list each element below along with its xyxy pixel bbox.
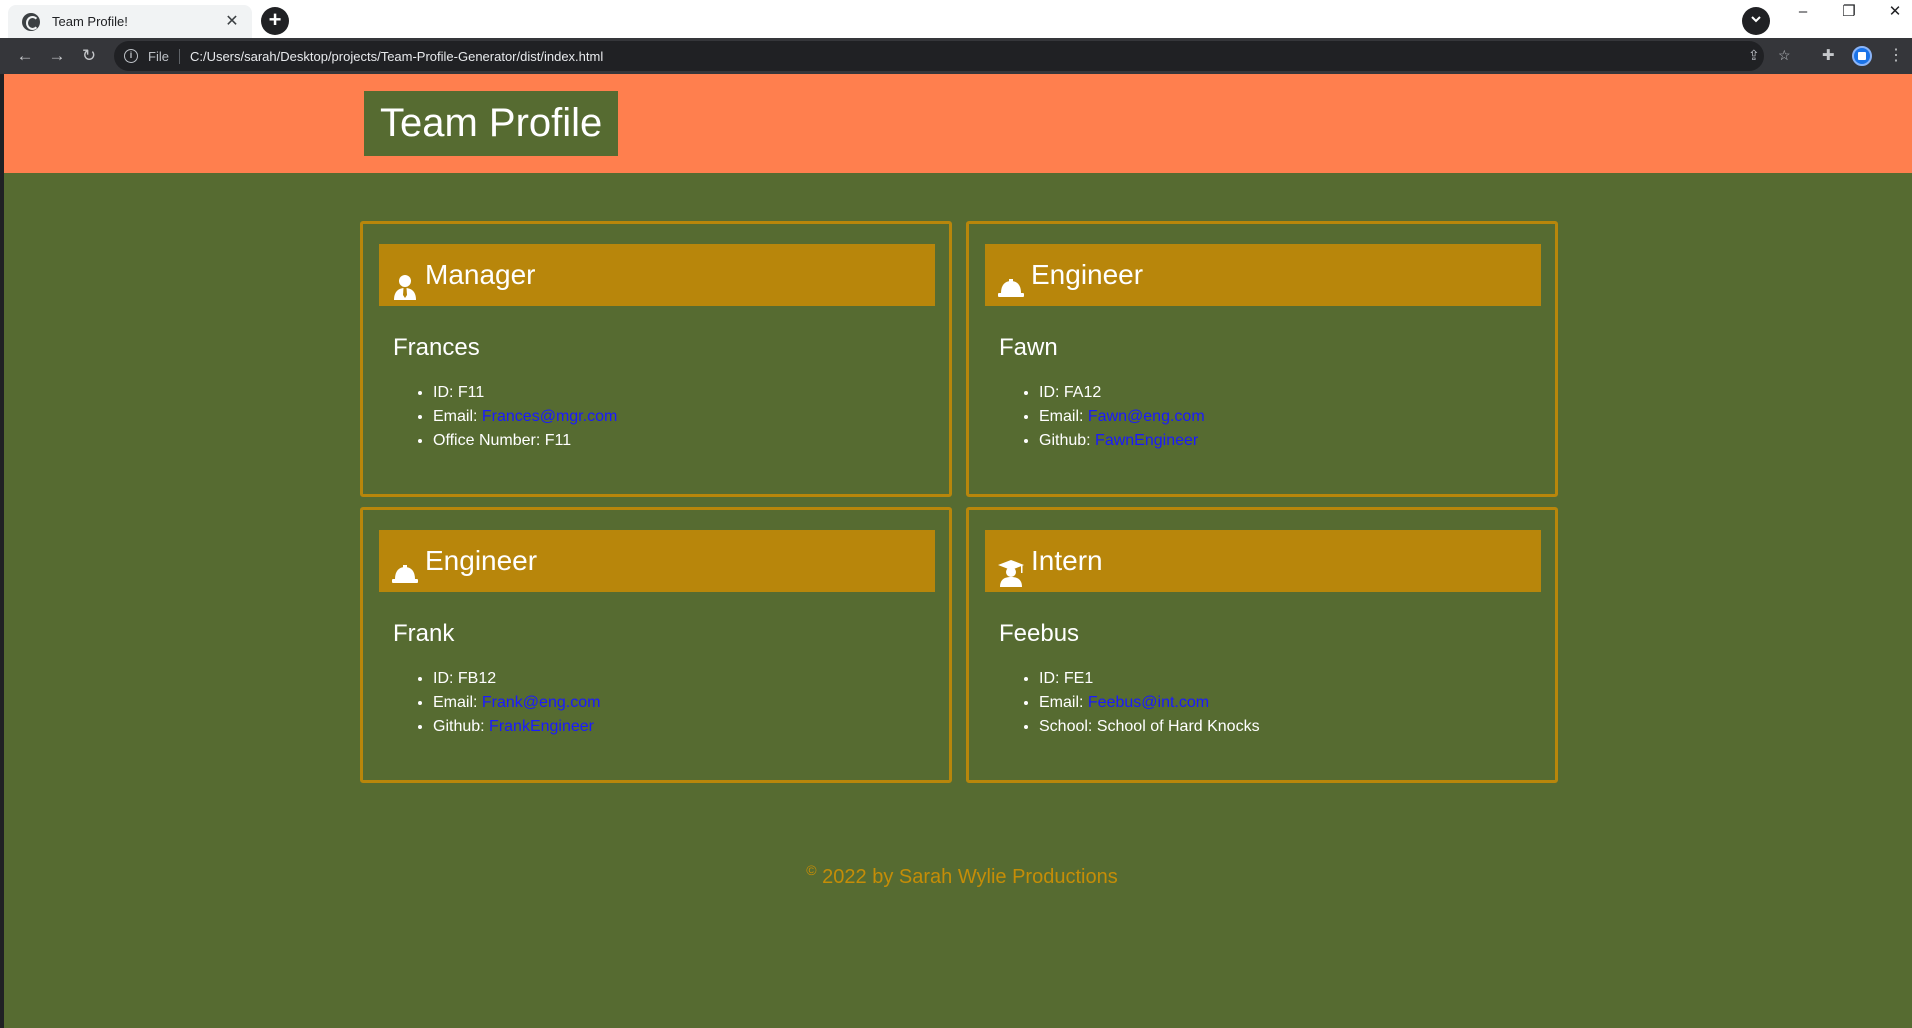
page-footer: © 2022 by Sarah Wylie Productions [0,862,1912,889]
office-number: F11 [544,432,572,449]
forward-icon[interactable]: → [44,43,70,69]
kebab-menu-icon[interactable]: ⋮ [1888,45,1904,65]
email-link[interactable]: Fawn@eng.com [1088,408,1205,425]
school-item: School: School of Hard Knocks [1039,715,1260,739]
github-link[interactable]: FawnEngineer [1095,432,1198,449]
id-item: ID: FB12 [433,667,600,691]
email-link[interactable]: Feebus@int.com [1088,694,1209,711]
bookmark-star-icon[interactable]: ☆ [1778,47,1791,64]
card-header: Intern [985,530,1541,592]
extensions-puzzle-icon[interactable]: ✚ [1822,46,1835,64]
globe-icon [22,12,40,31]
close-window-button[interactable]: ✕ [1872,0,1912,26]
card-role: Engineer [425,545,538,576]
card-header: Engineer [379,530,935,592]
employee-id: FE1 [1063,670,1094,687]
card-header: Manager [379,244,935,306]
employee-name: Fawn [999,334,1058,361]
card-role: Manager [425,259,536,290]
employee-card-engineer: Engineer Frank ID: FB12 Email: Frank@eng… [360,507,952,783]
address-bar[interactable]: i File C:/Users/sarah/Desktop/projects/T… [114,41,1791,71]
employee-details: ID: F11 Email: Frances@mgr.com Office Nu… [433,381,617,453]
employee-card-manager: Manager Frances ID: F11 Email: Frances@m… [360,221,952,497]
card-header: Engineer [985,244,1541,306]
tab-close-icon[interactable]: ✕ [222,12,242,32]
copyright-symbol: © [806,862,817,878]
page-title: Team Profile [364,91,619,156]
email-item: Email: Fawn@eng.com [1039,405,1205,429]
tab-search-button[interactable] [1742,7,1770,35]
browser-toolbar: ← → ↻ i File C:/Users/sarah/Desktop/proj… [0,38,1912,74]
id-item: ID: F11 [433,381,617,405]
hard-hat-icon [997,261,1025,297]
back-icon[interactable]: ← [12,43,38,69]
email-item: Email: Frances@mgr.com [433,405,617,429]
user-tie-icon [391,261,419,300]
new-tab-button[interactable]: + [261,7,289,35]
minimize-button[interactable]: – [1780,0,1826,26]
browser-tab[interactable]: Team Profile! ✕ [8,5,252,38]
info-icon[interactable]: i [124,49,138,63]
school-name: School of Hard Knocks [1096,718,1260,735]
email-link[interactable]: Frances@mgr.com [482,408,617,425]
reload-icon[interactable]: ↻ [76,43,102,69]
chevron-down-icon [1751,16,1761,23]
employee-name: Frances [393,334,480,361]
employee-id: F11 [457,384,485,401]
employee-name: Feebus [999,620,1080,647]
github-item: Github: FrankEngineer [433,715,600,739]
url-scheme: File [148,48,180,64]
id-item: ID: FA12 [1039,381,1205,405]
email-item: Email: Frank@eng.com [433,691,600,715]
email-item: Email: Feebus@int.com [1039,691,1260,715]
hard-hat-icon [391,547,419,583]
email-link[interactable]: Frank@eng.com [482,694,601,711]
graduate-icon [997,547,1025,587]
profile-avatar[interactable] [1852,46,1872,66]
employee-id: FB12 [457,670,497,687]
employee-details: ID: FE1 Email: Feebus@int.com School: Sc… [1039,667,1260,739]
employee-details: ID: FA12 Email: Fawn@eng.com Github: Faw… [1039,381,1205,453]
restore-button[interactable]: ❐ [1826,0,1872,26]
share-icon[interactable]: ⇪ [1748,47,1760,64]
employee-details: ID: FB12 Email: Frank@eng.com Github: Fr… [433,667,600,739]
employee-id: FA12 [1063,384,1102,401]
office-number-item: Office Number: F11 [433,429,617,453]
tab-title: Team Profile! [52,14,128,29]
page-header: Team Profile [4,74,1912,173]
footer-text: 2022 by Sarah Wylie Productions [822,866,1118,888]
url-text[interactable]: C:/Users/sarah/Desktop/projects/Team-Pro… [190,49,603,64]
employee-card-intern: Intern Feebus ID: FE1 Email: Feebus@int.… [966,507,1558,783]
github-item: Github: FawnEngineer [1039,429,1205,453]
card-role: Intern [1031,545,1103,576]
browser-tab-bar: Team Profile! ✕ + – ❐ ✕ [0,0,1912,38]
github-link[interactable]: FrankEngineer [489,718,594,735]
employee-card-engineer: Engineer Fawn ID: FA12 Email: Fawn@eng.c… [966,221,1558,497]
card-role: Engineer [1031,259,1144,290]
employee-name: Frank [393,620,455,647]
id-item: ID: FE1 [1039,667,1260,691]
